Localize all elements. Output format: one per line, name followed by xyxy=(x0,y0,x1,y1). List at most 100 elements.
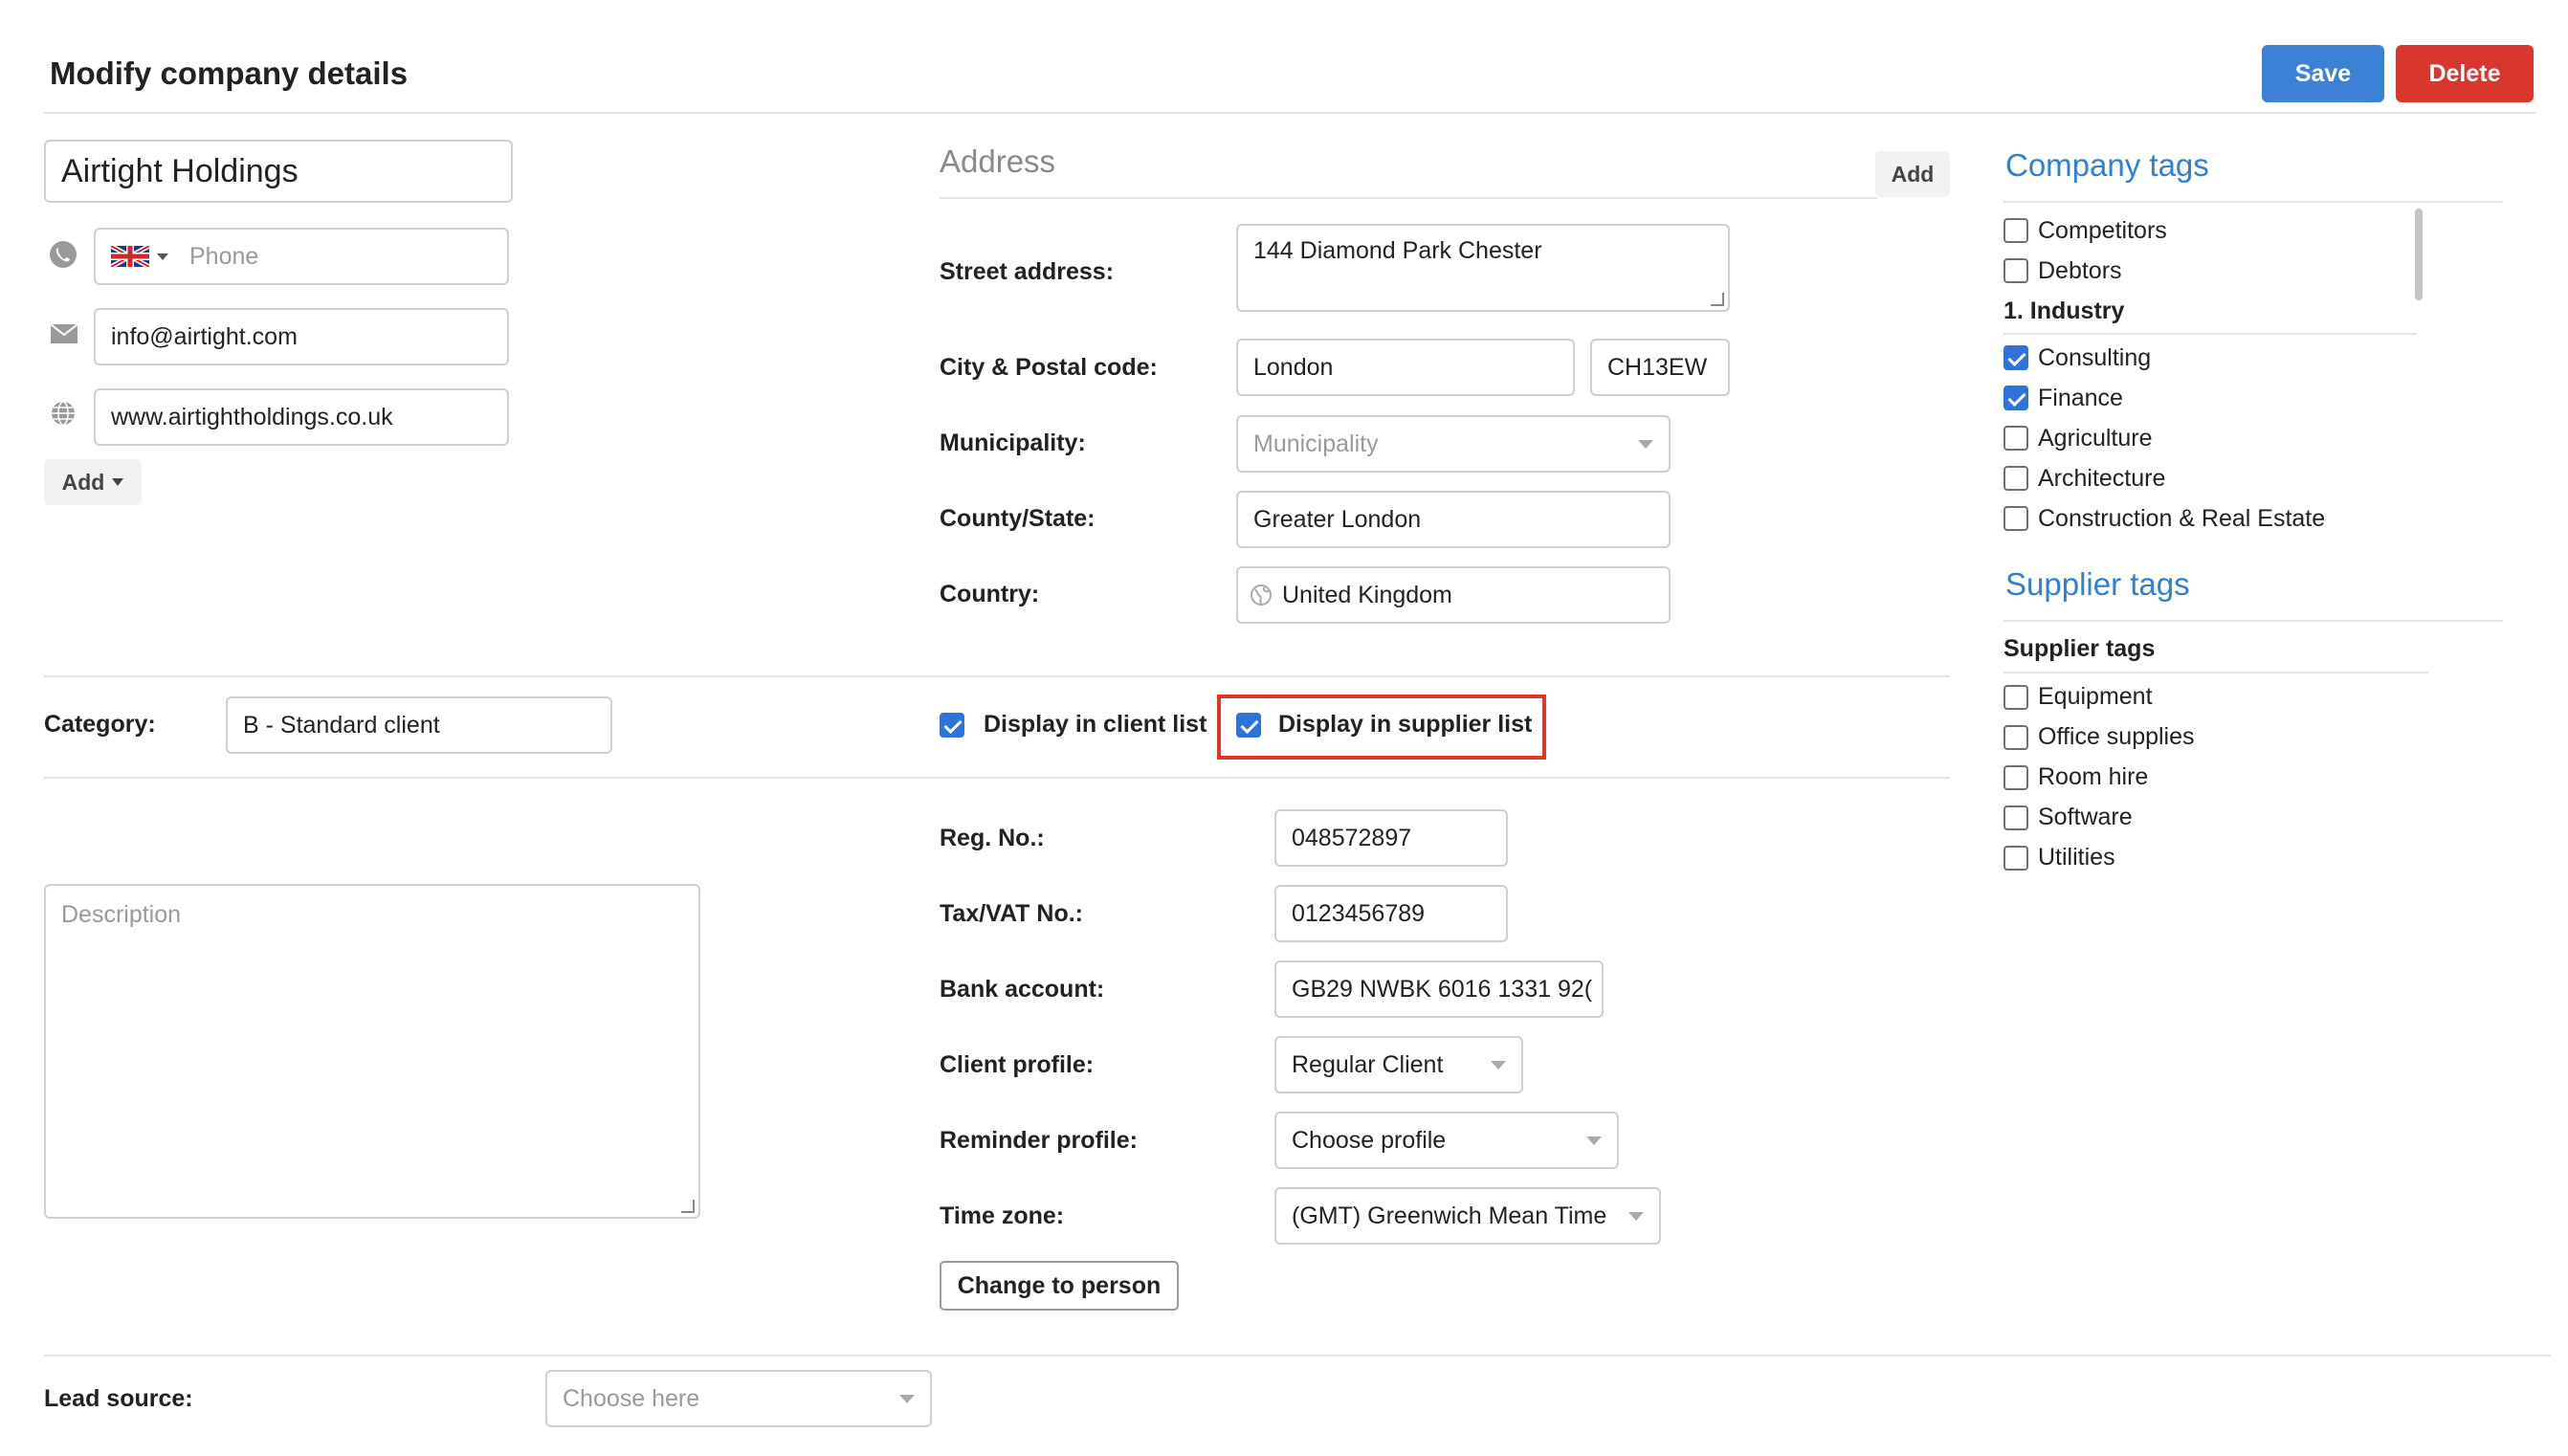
add-contact-label: Add xyxy=(61,469,105,495)
tag-checkbox-competitors[interactable] xyxy=(2003,218,2028,243)
municipality-select[interactable]: Municipality xyxy=(1236,415,1671,473)
add-contact-button[interactable]: Add xyxy=(44,459,142,505)
bank-account-input[interactable]: GB29 NWBK 6016 1331 92( xyxy=(1274,960,1604,1018)
company-tags-divider xyxy=(2003,201,2503,203)
county-state-input[interactable]: Greater London xyxy=(1236,491,1671,548)
bank-account-label: Bank account: xyxy=(940,976,1105,1003)
client-profile-label: Client profile: xyxy=(940,1051,1095,1078)
tag-checkbox-software[interactable] xyxy=(2003,805,2028,830)
section-divider xyxy=(44,1355,2551,1357)
delete-button[interactable]: Delete xyxy=(2396,45,2534,102)
client-list-label: Display in client list xyxy=(984,711,1207,738)
tag-label: Debtors xyxy=(2038,257,2122,284)
county-state-label: County/State: xyxy=(940,505,1096,532)
supplier-list-label: Display in supplier list xyxy=(1278,711,1533,738)
tag-checkbox-consulting[interactable] xyxy=(2003,345,2028,370)
lead-source-label: Lead source: xyxy=(44,1385,193,1412)
add-address-button[interactable]: Add xyxy=(1875,151,1950,197)
globe-icon xyxy=(1250,584,1273,607)
city-postal-label: City & Postal code: xyxy=(940,354,1158,381)
tag-checkbox-equipment[interactable] xyxy=(2003,685,2028,710)
client-profile-select[interactable]: Regular Client xyxy=(1274,1036,1523,1093)
phone-placeholder: Phone xyxy=(189,242,259,270)
tag-checkbox-room-hire[interactable] xyxy=(2003,765,2028,790)
chevron-down-icon xyxy=(1638,440,1653,449)
flag-dropdown-icon xyxy=(157,253,168,260)
supplier-list-checkbox[interactable] xyxy=(1236,713,1261,738)
supplier-group-divider xyxy=(2003,672,2428,673)
lead-source-placeholder: Choose here xyxy=(563,1384,700,1412)
tags-scrollbar[interactable] xyxy=(2415,209,2423,300)
description-placeholder: Description xyxy=(61,901,182,928)
category-label: Category: xyxy=(44,711,156,738)
uk-flag-icon[interactable] xyxy=(111,246,149,267)
country-label: Country: xyxy=(940,581,1040,607)
tag-label: Office supplies xyxy=(2038,723,2195,750)
resize-handle-icon[interactable] xyxy=(681,1200,695,1213)
tag-label: Competitors xyxy=(2038,217,2167,244)
company-name-input[interactable]: Airtight Holdings xyxy=(44,140,513,203)
mail-icon xyxy=(50,323,78,349)
client-profile-value: Regular Client xyxy=(1292,1050,1444,1078)
time-zone-label: Time zone: xyxy=(940,1202,1065,1229)
tag-checkbox-architecture[interactable] xyxy=(2003,466,2028,491)
postal-code-input[interactable]: CH13EW xyxy=(1590,339,1730,396)
phone-icon xyxy=(50,241,77,268)
globe-icon xyxy=(50,400,77,431)
address-divider xyxy=(940,197,1877,199)
resize-handle-icon[interactable] xyxy=(1711,293,1724,306)
header-divider xyxy=(44,112,2535,114)
tag-label: Construction & Real Estate xyxy=(2038,505,2326,532)
street-address-label: Street address: xyxy=(940,258,1115,285)
tag-label: Room hire xyxy=(2038,763,2149,790)
tag-checkbox-agriculture[interactable] xyxy=(2003,426,2028,451)
city-input[interactable]: London xyxy=(1236,339,1575,396)
company-tags-title: Company tags xyxy=(2005,147,2209,183)
section-divider xyxy=(44,675,1950,677)
tag-checkbox-finance[interactable] xyxy=(2003,386,2028,410)
tag-label: Architecture xyxy=(2038,465,2166,492)
tag-checkbox-office-supplies[interactable] xyxy=(2003,725,2028,750)
chevron-down-icon xyxy=(1586,1136,1602,1145)
email-input[interactable]: info@airtight.com xyxy=(94,308,509,365)
time-zone-select[interactable]: (GMT) Greenwich Mean Time xyxy=(1274,1187,1661,1245)
reg-no-input[interactable]: 048572897 xyxy=(1274,809,1508,867)
category-input[interactable]: B - Standard client xyxy=(226,696,612,754)
tag-checkbox-utilities[interactable] xyxy=(2003,846,2028,871)
client-list-checkbox[interactable] xyxy=(940,713,964,738)
chevron-down-icon xyxy=(1491,1061,1506,1070)
street-address-input[interactable]: 144 Diamond Park Chester xyxy=(1236,224,1730,312)
chevron-down-icon xyxy=(1628,1212,1644,1221)
reminder-profile-value: Choose profile xyxy=(1292,1126,1447,1154)
reminder-profile-select[interactable]: Choose profile xyxy=(1274,1112,1619,1169)
chevron-down-icon xyxy=(112,478,124,486)
website-input[interactable]: www.airtightholdings.co.uk xyxy=(94,388,509,446)
supplier-group-label: Supplier tags xyxy=(2003,635,2156,662)
tax-vat-label: Tax/VAT No.: xyxy=(940,900,1083,927)
page-title: Modify company details xyxy=(50,55,409,91)
save-button[interactable]: Save xyxy=(2262,45,2384,102)
municipality-label: Municipality: xyxy=(940,430,1086,456)
tag-label: Consulting xyxy=(2038,344,2152,371)
municipality-placeholder: Municipality xyxy=(1253,430,1379,457)
country-input[interactable]: United Kingdom xyxy=(1236,566,1671,624)
industry-divider xyxy=(2003,333,2417,335)
chevron-down-icon xyxy=(899,1395,915,1403)
lead-source-select[interactable]: Choose here xyxy=(545,1370,932,1427)
change-to-person-button[interactable]: Change to person xyxy=(940,1261,1179,1311)
reminder-profile-label: Reminder profile: xyxy=(940,1127,1138,1154)
reg-no-label: Reg. No.: xyxy=(940,825,1045,851)
tag-label: Agriculture xyxy=(2038,425,2153,452)
country-value: United Kingdom xyxy=(1282,581,1452,608)
industry-group-label: 1. Industry xyxy=(2003,298,2125,324)
phone-input[interactable]: Phone xyxy=(94,228,509,285)
tag-checkbox-debtors[interactable] xyxy=(2003,258,2028,283)
tag-label: Software xyxy=(2038,804,2133,830)
time-zone-value: (GMT) Greenwich Mean Time xyxy=(1292,1202,1607,1229)
tag-checkbox-construction[interactable] xyxy=(2003,506,2028,531)
section-divider xyxy=(44,777,1950,779)
tax-vat-input[interactable]: 0123456789 xyxy=(1274,885,1508,942)
supplier-tags-title: Supplier tags xyxy=(2005,566,2190,602)
description-textarea[interactable]: Description xyxy=(44,884,700,1219)
tag-label: Equipment xyxy=(2038,683,2153,710)
